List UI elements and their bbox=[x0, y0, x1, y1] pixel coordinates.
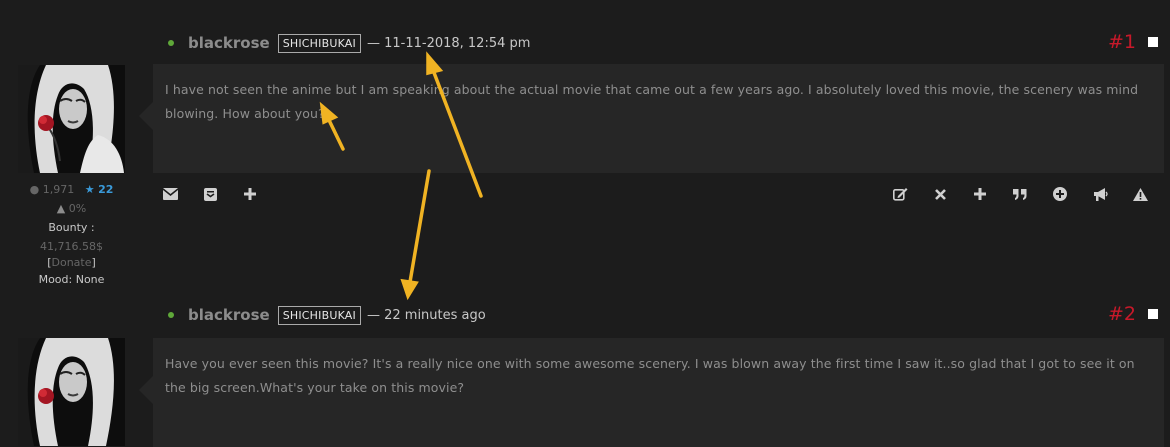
annotation-arrowhead bbox=[319, 101, 339, 125]
annotation-arrowhead bbox=[426, 51, 444, 76]
annotation-arrowhead bbox=[400, 278, 419, 301]
annotation-arrow bbox=[431, 68, 483, 198]
annotation-arrow bbox=[326, 116, 345, 151]
annotation-arrows bbox=[319, 51, 483, 301]
annotation-arrow bbox=[408, 169, 431, 284]
